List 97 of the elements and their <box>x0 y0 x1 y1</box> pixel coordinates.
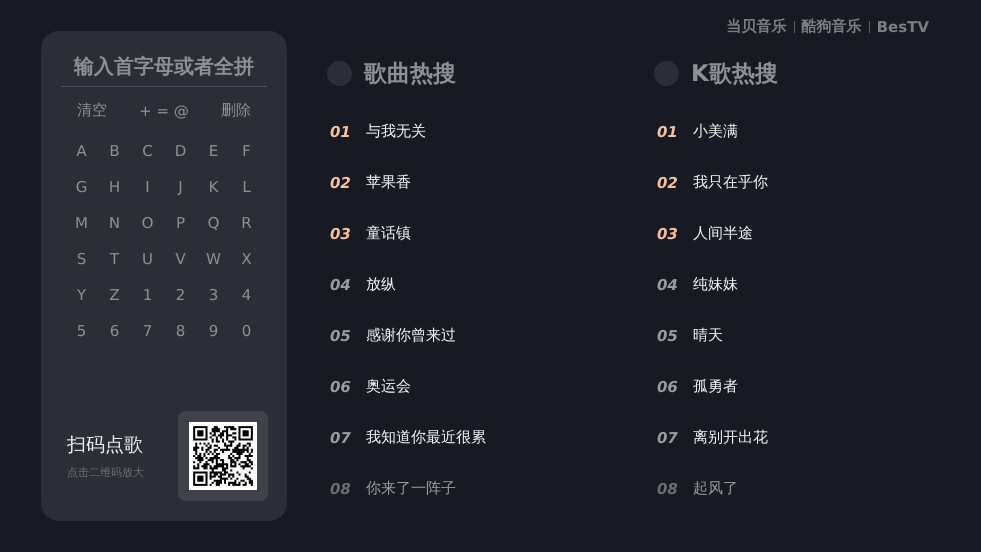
rank-number: 02 <box>329 174 352 192</box>
keyboard-key[interactable]: E <box>202 140 226 162</box>
list-title: K歌热搜 <box>691 60 778 88</box>
keyboard-key[interactable]: T <box>102 248 126 270</box>
rank-number: 08 <box>329 480 352 498</box>
rank-number: 01 <box>329 122 352 140</box>
song-item[interactable]: 03 童话镇 <box>327 208 654 259</box>
qr-code-icon <box>189 422 257 490</box>
brand-logo: BesTV <box>876 18 929 36</box>
keyboard-key[interactable]: V <box>168 248 192 270</box>
song-item[interactable]: 01 小美满 <box>654 106 981 157</box>
rank-number: 01 <box>656 122 679 140</box>
song-item[interactable]: 05 晴天 <box>654 310 981 361</box>
rank-number: 05 <box>329 326 352 344</box>
rank-number: 06 <box>329 378 352 396</box>
rank-number: 07 <box>329 428 352 446</box>
keyboard-key[interactable]: U <box>136 248 160 270</box>
keyboard-key[interactable]: 6 <box>102 320 126 342</box>
song-title: 苹果香 <box>366 173 411 192</box>
song-title: 童话镇 <box>366 224 411 243</box>
song-title: 奥运会 <box>366 377 411 396</box>
song-item[interactable]: 07 离别开出花 <box>654 412 981 463</box>
song-item[interactable]: 06 孤勇者 <box>654 361 981 412</box>
keyboard-key[interactable]: 0 <box>234 320 258 342</box>
keyboard-key[interactable]: R <box>234 212 258 234</box>
keyboard-key[interactable]: 2 <box>168 284 192 306</box>
song-title: 你来了一阵子 <box>366 479 456 498</box>
song-item[interactable]: 08 你来了一阵子 <box>327 463 654 514</box>
keyboard-key[interactable]: J <box>168 176 192 198</box>
song-item[interactable]: 04 放纵 <box>327 259 654 310</box>
keyboard-key[interactable]: 8 <box>168 320 192 342</box>
keyboard-key[interactable]: 删除 <box>220 101 251 120</box>
rank-number: 05 <box>656 326 679 344</box>
song-item[interactable]: 08 起风了 <box>654 463 981 514</box>
song-title: 我只在乎你 <box>693 173 768 192</box>
scan-hint: 点击二维码放大 <box>67 465 144 480</box>
song-title: 与我无关 <box>366 122 426 141</box>
song-title: 晴天 <box>693 326 723 345</box>
keyboard-key[interactable]: B <box>102 140 126 162</box>
scan-title: 扫码点歌 <box>67 433 144 458</box>
song-title: 起风了 <box>693 479 738 498</box>
qr-code-button[interactable] <box>178 411 268 501</box>
list-title: 歌曲热搜 <box>364 60 456 88</box>
rank-number: 03 <box>656 224 679 242</box>
keyboard-key[interactable]: 3 <box>202 284 226 306</box>
keyboard-key[interactable]: S <box>70 248 94 270</box>
rank-number: 04 <box>656 276 679 294</box>
song-item[interactable]: 05 感谢你曾来过 <box>327 310 654 361</box>
song-title: 感谢你曾来过 <box>366 326 456 345</box>
keyboard-key[interactable]: Q <box>202 212 226 234</box>
keyboard-key[interactable]: M <box>70 212 94 234</box>
song-item[interactable]: 06 奥运会 <box>327 361 654 412</box>
keyboard-title: 输入首字母或者全拼 <box>61 53 267 87</box>
keyboard-key[interactable]: D <box>168 140 192 162</box>
keyboard-key[interactable]: Y <box>70 284 94 306</box>
song-item[interactable]: 01 与我无关 <box>327 106 654 157</box>
keyboard-key[interactable]: P <box>168 212 192 234</box>
song-title: 纯妹妹 <box>693 275 738 294</box>
keyboard-key[interactable]: N <box>102 212 126 234</box>
song-item[interactable]: 04 纯妹妹 <box>654 259 981 310</box>
keyboard-key[interactable]: Z <box>102 284 126 306</box>
song-title: 离别开出花 <box>693 428 768 447</box>
keyboard-key[interactable]: O <box>136 212 160 234</box>
keyboard-key[interactable]: I <box>136 176 160 198</box>
keyboard-key[interactable]: G <box>70 176 94 198</box>
keyboard-key[interactable]: C <box>136 140 160 162</box>
rank-number: 07 <box>656 428 679 446</box>
song-item[interactable]: 07 我知道你最近很累 <box>327 412 654 463</box>
rank-number: 04 <box>329 276 352 294</box>
song-item[interactable]: 02 苹果香 <box>327 157 654 208</box>
song-title: 我知道你最近很累 <box>366 428 486 447</box>
keyboard-key[interactable]: 9 <box>202 320 226 342</box>
keyboard-key[interactable]: 清空 <box>77 101 108 120</box>
rank-number: 06 <box>656 378 679 396</box>
song-item[interactable]: 02 我只在乎你 <box>654 157 981 208</box>
keyboard-key[interactable]: + = @ <box>139 101 189 120</box>
keyboard-key[interactable]: H <box>102 176 126 198</box>
song-title: 人间半途 <box>693 224 753 243</box>
rank-number: 03 <box>329 224 352 242</box>
keyboard-key[interactable]: X <box>234 248 258 270</box>
keyboard-key[interactable]: K <box>202 176 226 198</box>
rank-number: 02 <box>656 174 679 192</box>
keyboard-key[interactable]: W <box>202 248 226 270</box>
keyboard-key[interactable]: 1 <box>136 284 160 306</box>
keyboard-key[interactable]: L <box>234 176 258 198</box>
song-title: 放纵 <box>366 275 396 294</box>
song-title: 孤勇者 <box>693 377 738 396</box>
keyboard-key[interactable]: 7 <box>136 320 160 342</box>
song-item[interactable]: 03 人间半途 <box>654 208 981 259</box>
song-title: 小美满 <box>693 122 738 141</box>
brand-logo: 酷狗音乐 <box>802 17 862 36</box>
keyboard-key[interactable]: A <box>70 140 94 162</box>
keyboard-key[interactable]: 4 <box>234 284 258 306</box>
keyboard-key[interactable]: 5 <box>70 320 94 342</box>
rank-number: 08 <box>656 480 679 498</box>
keyboard-key[interactable]: F <box>234 140 258 162</box>
brand-logo: 当贝音乐 <box>726 17 787 36</box>
